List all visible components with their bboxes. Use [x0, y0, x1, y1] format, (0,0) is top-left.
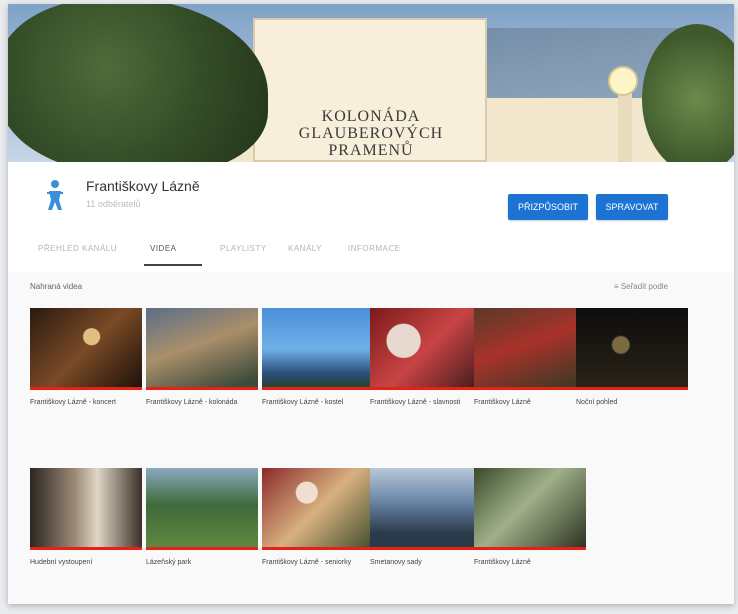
watched-progress-bar: [146, 387, 258, 390]
video-title[interactable]: Hudební vystoupení: [30, 558, 140, 568]
subscriber-count: 11 odběratelů: [86, 199, 141, 209]
video-title[interactable]: Františkovy Lázně: [474, 398, 584, 408]
tab-videos[interactable]: VIDEA: [150, 244, 177, 253]
banner-inscription-line2: PRAMENŮ: [328, 142, 414, 159]
video-title[interactable]: Františkovy Lázně - kostel: [262, 398, 372, 408]
video-title[interactable]: Noční pohled: [576, 398, 686, 408]
watched-progress-bar: [474, 547, 586, 550]
videos-section: Nahraná videa ≡ Seřadit podle Františkov…: [8, 272, 734, 604]
thumbnail-image: [146, 468, 258, 550]
tab-overview[interactable]: PŘEHLED KANÁLU: [38, 244, 117, 253]
thumbnail-image: [576, 308, 688, 390]
sort-label: Seřadit podle: [620, 282, 668, 291]
watched-progress-bar: [474, 387, 586, 390]
channel-tabs: PŘEHLED KANÁLU VIDEA PLAYLISTY KANÁLY IN…: [38, 238, 714, 268]
channel-name[interactable]: Františkovy Lázně: [86, 178, 200, 194]
video-thumbnail[interactable]: [370, 468, 482, 550]
thumbnail-image: [30, 468, 142, 550]
banner-inscription-line1: KOLONÁDA GLAUBEROVÝCH: [298, 108, 444, 142]
video-title[interactable]: Františkovy Lázně - koncert: [30, 398, 140, 408]
browser-window: KOLONÁDA GLAUBEROVÝCH PRAMENŮ Františkov…: [8, 4, 734, 604]
watched-progress-bar: [262, 387, 374, 390]
active-tab-indicator: [144, 264, 202, 266]
video-thumbnail[interactable]: [576, 308, 688, 390]
banner-lamp: [608, 66, 638, 96]
thumbnail-image: [262, 308, 374, 390]
thumbnail-image: [474, 308, 586, 390]
video-thumbnail[interactable]: [146, 308, 258, 390]
video-thumbnail[interactable]: [474, 468, 586, 550]
video-thumbnail[interactable]: [474, 308, 586, 390]
watched-progress-bar: [262, 547, 374, 550]
watched-progress-bar: [370, 387, 482, 390]
video-thumbnail[interactable]: [146, 468, 258, 550]
watched-progress-bar: [146, 547, 258, 550]
video-title[interactable]: Františkovy Lázně - slavnosti: [370, 398, 480, 408]
thumbnail-image: [370, 308, 482, 390]
watched-progress-bar: [30, 387, 142, 390]
video-title[interactable]: Lázeňský park: [146, 558, 256, 568]
video-title[interactable]: Smetanovy sady: [370, 558, 480, 568]
banner-inscription: KOLONÁDA GLAUBEROVÝCH PRAMENŮ: [256, 108, 486, 159]
thumbnail-image: [30, 308, 142, 390]
video-title[interactable]: Františkovy Lázně - kolonáda: [146, 398, 256, 408]
video-thumbnail[interactable]: [30, 308, 142, 390]
customize-channel-button[interactable]: PŘIZPŮSOBIT KANÁL: [508, 194, 588, 238]
banner-tree: [8, 4, 268, 162]
watched-progress-bar: [370, 547, 482, 550]
watched-progress-bar: [576, 387, 688, 390]
watched-progress-bar: [30, 547, 142, 550]
video-thumbnail[interactable]: [262, 308, 374, 390]
video-thumbnail[interactable]: [30, 468, 142, 550]
channel-banner: KOLONÁDA GLAUBEROVÝCH PRAMENŮ: [8, 4, 734, 162]
channel-header: Františkovy Lázně 11 odběratelů PŘIZPŮSO…: [8, 162, 734, 272]
tab-channels[interactable]: KANÁLY: [288, 244, 322, 253]
sort-by-button[interactable]: ≡ Seřadit podle: [614, 282, 668, 291]
video-title[interactable]: Františkovy Lázně - seniorky: [262, 558, 372, 568]
tab-about[interactable]: INFORMACE: [348, 244, 401, 253]
thumbnail-image: [146, 308, 258, 390]
section-title: Nahraná videa: [30, 282, 83, 291]
thumbnail-image: [474, 468, 586, 550]
video-title[interactable]: Františkovy Lázně: [474, 558, 584, 568]
thumbnail-image: [262, 468, 374, 550]
manage-videos-button[interactable]: SPRAVOVAT VIDEA: [596, 194, 668, 238]
video-thumbnail[interactable]: [370, 308, 482, 390]
video-thumbnail[interactable]: [262, 468, 374, 550]
tab-playlists[interactable]: PLAYLISTY: [220, 244, 267, 253]
person-icon[interactable]: [44, 178, 66, 212]
thumbnail-image: [370, 468, 482, 550]
